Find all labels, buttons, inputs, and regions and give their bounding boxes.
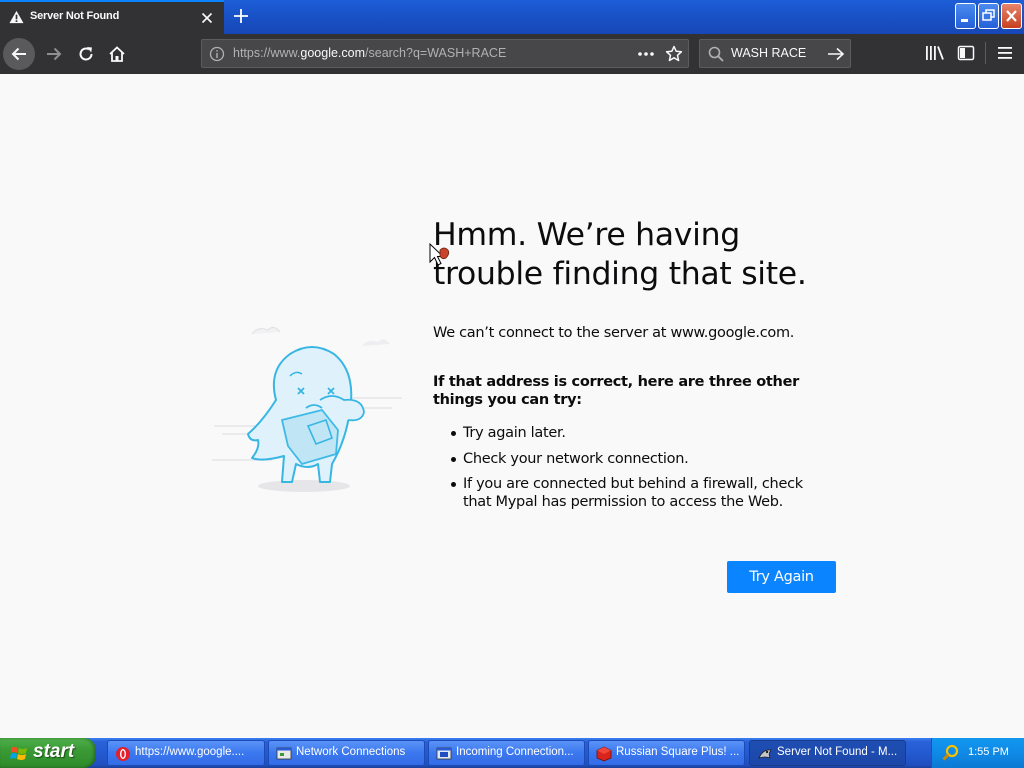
search-icon[interactable] <box>708 46 724 62</box>
warning-triangle-icon <box>9 10 24 24</box>
forward-arrow-icon <box>47 47 62 61</box>
taskbar-item-label: Network Connections <box>296 746 406 758</box>
taskbar-item-server-not-found[interactable]: Server Not Found - M... <box>749 740 906 766</box>
taskbar-item-russian-square[interactable]: Russian Square Plus! ... <box>588 740 745 766</box>
back-arrow-icon <box>11 47 26 61</box>
tab-server-not-found[interactable]: Server Not Found <box>0 0 224 34</box>
hamburger-menu-icon[interactable] <box>996 44 1014 62</box>
taskbar-item-incoming-connection[interactable]: Incoming Connection... <box>428 740 585 766</box>
minimize-icon <box>961 19 968 22</box>
clock[interactable]: 1:55 PM <box>968 746 1009 758</box>
search-input[interactable]: WASH RACE <box>731 46 806 60</box>
url-path: /search?q=WASH+RACE <box>365 46 507 60</box>
search-magnifier-tray-icon[interactable] <box>942 744 960 762</box>
address-bar[interactable]: https://www.google.com/search?q=WASH+RAC… <box>201 39 689 68</box>
url-text[interactable]: https://www.google.com/search?q=WASH+RAC… <box>233 46 506 60</box>
info-icon[interactable] <box>209 46 225 62</box>
forward-button[interactable] <box>38 38 70 70</box>
restore-icon <box>982 9 995 21</box>
toolbar-separator <box>985 42 986 64</box>
taskbar-item-label: https://www.google.... <box>135 746 245 758</box>
restore-button[interactable] <box>978 3 999 29</box>
url-prefix: https://www. <box>233 46 301 60</box>
network-connections-icon <box>276 747 292 760</box>
taskbar-item-browser-google[interactable]: https://www.google.... <box>107 740 265 766</box>
taskbar-item-network-connections[interactable]: Network Connections <box>268 740 425 766</box>
taskbar-item-label: Incoming Connection... <box>456 746 574 758</box>
search-go-arrow-icon[interactable] <box>827 46 845 62</box>
page-actions-ellipsis-icon[interactable] <box>636 46 656 62</box>
home-icon <box>109 46 125 62</box>
confused-dino-illustration <box>212 326 402 492</box>
list-item: If you are connected but behind a firewa… <box>433 475 833 511</box>
library-icon[interactable] <box>925 44 945 62</box>
start-label: start <box>33 741 75 762</box>
reload-button[interactable] <box>70 38 102 70</box>
home-button[interactable] <box>101 38 133 70</box>
title-bar: Server Not Found <box>0 0 1024 34</box>
error-description: We can’t connect to the server at www.go… <box>433 325 795 341</box>
close-tab-icon[interactable] <box>199 10 215 26</box>
suggestions-list: Try again later. Check your network conn… <box>433 424 833 519</box>
url-host: google.com <box>300 46 366 60</box>
error-title: Hmm. We’re having trouble finding that s… <box>433 217 807 292</box>
search-bar[interactable]: WASH RACE <box>699 39 851 68</box>
start-button[interactable]: start <box>0 738 96 768</box>
mypal-icon <box>758 749 772 759</box>
taskbar-item-label: Server Not Found - M... <box>777 746 898 758</box>
close-window-icon <box>1006 10 1017 22</box>
windows-logo-icon <box>10 747 27 760</box>
system-tray: 1:55 PM <box>931 738 1024 768</box>
opera-icon <box>116 747 130 761</box>
back-button[interactable] <box>3 38 35 70</box>
close-window-button[interactable] <box>1001 3 1022 29</box>
bookmark-star-icon[interactable] <box>665 45 683 63</box>
tab-title: Server Not Found <box>30 10 120 22</box>
new-tab-plus-icon[interactable] <box>229 5 253 27</box>
suggestions-heading: If that address is correct, here are thr… <box>433 374 799 408</box>
game-cube-icon <box>596 746 612 762</box>
busy-cursor-icon <box>429 242 450 266</box>
connection-window-icon <box>436 747 452 760</box>
taskbar-item-label: Russian Square Plus! ... <box>616 746 740 758</box>
list-item: Check your network connection. <box>433 450 833 468</box>
reload-icon <box>79 47 93 61</box>
sidebar-toggle-icon[interactable] <box>957 44 975 62</box>
minimize-button[interactable] <box>955 3 976 29</box>
try-again-button[interactable]: Try Again <box>727 561 836 593</box>
taskbar: start https://www.google.... Network Con… <box>0 738 1024 768</box>
list-item: Try again later. <box>433 424 833 442</box>
